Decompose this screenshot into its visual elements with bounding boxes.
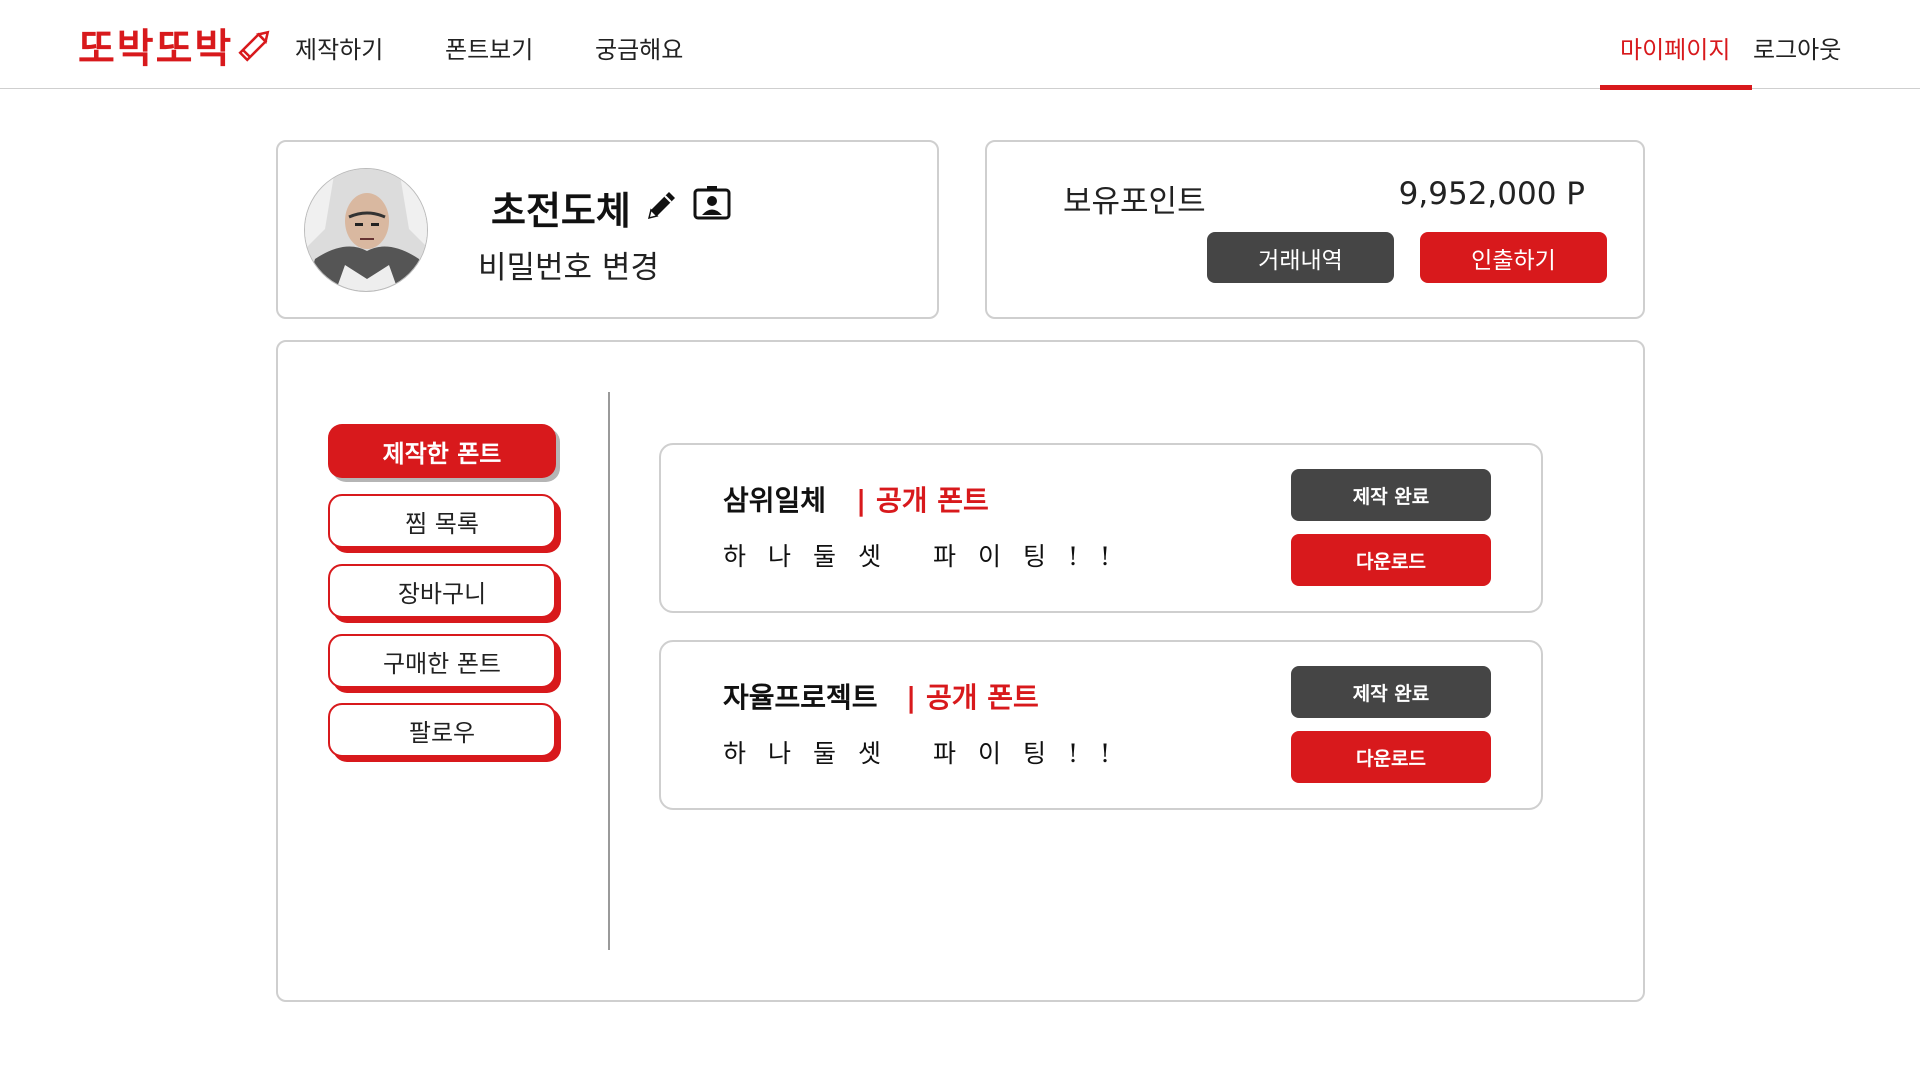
withdraw-button[interactable]: 인출하기 [1420,232,1607,283]
font-name: 삼위일체 [723,484,827,517]
sidebar-item-cart[interactable]: 장바구니 [328,564,556,618]
font-card: 자율프로젝트 | 공개 폰트 하나둘셋 파이팅!! 제작 완료 다운로드 [659,640,1543,810]
font-visibility-tag: | 공개 폰트 [906,681,1039,714]
points-label: 보유포인트 [1063,184,1206,220]
points-value: 9,952,000 P [1398,176,1585,212]
transaction-history-button[interactable]: 거래내역 [1207,232,1394,283]
font-visibility-tag: | 공개 폰트 [856,484,989,517]
profile-card: 초전도체 비밀번호 변경 [276,140,939,319]
logo-text[interactable]: 또박또박 [78,16,233,74]
sidebar-item-wishlist[interactable]: 찜 목록 [328,494,556,548]
nav-fonts[interactable]: 폰트보기 [445,30,533,65]
production-complete-button[interactable]: 제작 완료 [1291,666,1491,718]
sidebar-item-purchased-fonts[interactable]: 구매한 폰트 [328,634,556,688]
points-card: 보유포인트 9,952,000 P 거래내역 인출하기 [985,140,1645,319]
sidebar-item-created-fonts[interactable]: 제작한 폰트 [328,424,556,478]
contact-card-icon[interactable] [692,186,732,224]
nav-make[interactable]: 제작하기 [295,30,383,65]
profile-name: 초전도체 [491,189,631,233]
divider [608,392,610,950]
font-card: 삼위일체 | 공개 폰트 하나둘셋 파이팅!! 제작 완료 다운로드 [659,443,1543,613]
top-navigation: 또박또박 제작하기 폰트보기 궁금해요 마이페이지 로그아웃 [0,0,1920,90]
avatar[interactable] [304,168,428,292]
nav-faq[interactable]: 궁금해요 [595,30,683,65]
production-complete-button[interactable]: 제작 완료 [1291,469,1491,521]
font-sample-text: 하나둘셋 파이팅!! [723,739,1133,768]
nav-logout[interactable]: 로그아웃 [1753,30,1841,65]
avatar-image [305,169,427,291]
nav-mypage[interactable]: 마이페이지 [1620,30,1730,65]
sidebar-item-follow[interactable]: 팔로우 [328,703,556,757]
font-sample-text: 하나둘셋 파이팅!! [723,542,1133,571]
active-tab-indicator [1600,85,1752,90]
font-name: 자율프로젝트 [723,681,878,714]
download-button[interactable]: 다운로드 [1291,731,1491,783]
change-password-link[interactable]: 비밀번호 변경 [478,242,659,287]
download-button[interactable]: 다운로드 [1291,534,1491,586]
mypage-content-card: 제작한 폰트 찜 목록 장바구니 구매한 폰트 팔로우 삼위일체 | 공개 폰트… [276,340,1645,1002]
pencil-icon[interactable] [643,186,681,224]
logo[interactable]: 또박또박 [78,18,275,72]
pencil-icon [238,30,270,62]
